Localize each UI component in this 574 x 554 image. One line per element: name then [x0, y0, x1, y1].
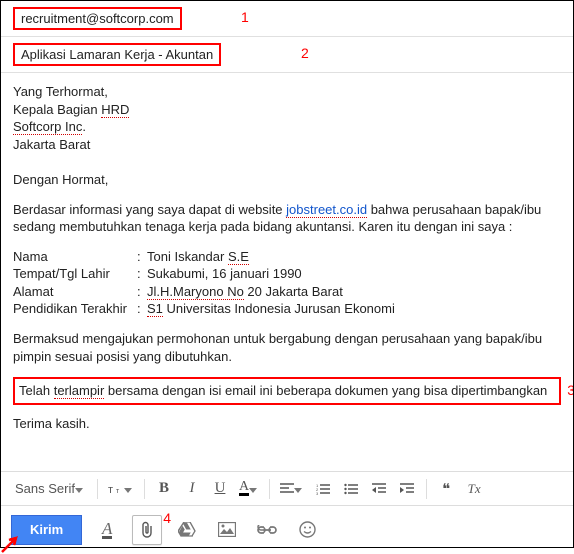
send-button[interactable]: Kirim — [11, 515, 82, 545]
numbered-list-button[interactable]: 123 — [310, 476, 336, 502]
value-pendidikan: S1 Universitas Indonesia Jurusan Ekonomi — [147, 300, 395, 318]
text-color-button[interactable]: A — [235, 476, 263, 502]
chevron-down-icon — [124, 481, 134, 496]
photo-icon — [218, 522, 236, 537]
svg-text:2: 2 — [316, 487, 319, 492]
to-row: recruitment@softcorp.com 1 — [1, 1, 573, 37]
indent-less-button[interactable] — [366, 476, 392, 502]
callout-2: 2 — [301, 45, 309, 61]
formatting-toolbar: Sans Serif тт B I U A — [1, 471, 573, 505]
salutation-3: Softcorp Inc. — [13, 118, 561, 136]
drive-icon — [178, 522, 196, 538]
thanks-line: Terima kasih. — [13, 415, 561, 433]
svg-text:т: т — [116, 488, 120, 495]
salutation-1: Yang Terhormat, — [13, 83, 561, 101]
salutation-2: Kepala Bagian HRD — [13, 101, 561, 119]
align-button[interactable] — [276, 476, 308, 502]
value-alamat: Jl.H.Maryono No 20 Jakarta Barat — [147, 283, 343, 301]
attach-file-button[interactable]: 4 — [132, 515, 162, 545]
underline-button[interactable]: U — [207, 476, 233, 502]
font-size-picker[interactable]: тт — [104, 476, 138, 502]
label-nama: Nama — [13, 248, 137, 266]
italic-button[interactable]: I — [179, 476, 205, 502]
callout-4: 4 — [163, 510, 171, 526]
salutation-4: Jakarta Barat — [13, 136, 561, 154]
bullet-list-button[interactable] — [338, 476, 364, 502]
label-ttl: Tempat/Tgl Lahir — [13, 265, 137, 283]
insert-drive-button[interactable] — [172, 515, 202, 545]
insert-emoji-button[interactable] — [292, 515, 322, 545]
quote-button[interactable]: ❝ — [433, 476, 459, 502]
callout-3: 3 — [567, 381, 573, 400]
svg-text:1: 1 — [316, 483, 319, 488]
intent-paragraph: Bermaksud mengajukan permohonan untuk be… — [13, 330, 561, 365]
to-input[interactable]: recruitment@softcorp.com — [13, 7, 182, 30]
chevron-down-icon — [294, 481, 304, 496]
divider — [144, 479, 145, 499]
intro-paragraph: Berdasar informasi yang saya dapat di we… — [13, 201, 561, 236]
divider — [426, 479, 427, 499]
attachment-note: Telah terlampir bersama dengan isi email… — [13, 377, 561, 405]
svg-text:т: т — [108, 484, 113, 496]
divider — [97, 479, 98, 499]
subject-input[interactable]: Aplikasi Lamaran Kerja - Akuntan — [13, 43, 221, 66]
insert-photo-button[interactable] — [212, 515, 242, 545]
paperclip-icon — [139, 521, 155, 539]
email-body-editor[interactable]: Yang Terhormat, Kepala Bagian HRD Softco… — [1, 73, 573, 471]
greeting: Dengan Hormat, — [13, 171, 561, 189]
value-ttl: Sukabumi, 16 januari 1990 — [147, 265, 302, 283]
subject-row: Aplikasi Lamaran Kerja - Akuntan 2 — [1, 37, 573, 73]
formatting-toggle-button[interactable]: A — [92, 515, 122, 545]
link-icon — [257, 525, 277, 535]
divider — [269, 479, 270, 499]
label-alamat: Alamat — [13, 283, 137, 301]
bold-button[interactable]: B — [151, 476, 177, 502]
chevron-down-icon — [249, 481, 259, 496]
label-pendidikan: Pendidikan Terakhir — [13, 300, 137, 318]
value-nama: Toni Iskandar S.E — [147, 248, 249, 266]
personal-info-block: Nama : Toni Iskandar S.E Tempat/Tgl Lahi… — [13, 248, 561, 318]
remove-formatting-button[interactable]: Tx — [461, 476, 487, 502]
emoji-icon — [299, 521, 316, 538]
indent-more-button[interactable] — [394, 476, 420, 502]
svg-text:3: 3 — [316, 491, 319, 495]
send-toolbar: Kirim A 4 — [1, 505, 573, 553]
font-family-picker[interactable]: Sans Serif — [9, 476, 91, 502]
callout-1: 1 — [241, 9, 249, 25]
insert-link-button[interactable] — [252, 515, 282, 545]
chevron-down-icon — [75, 481, 85, 496]
